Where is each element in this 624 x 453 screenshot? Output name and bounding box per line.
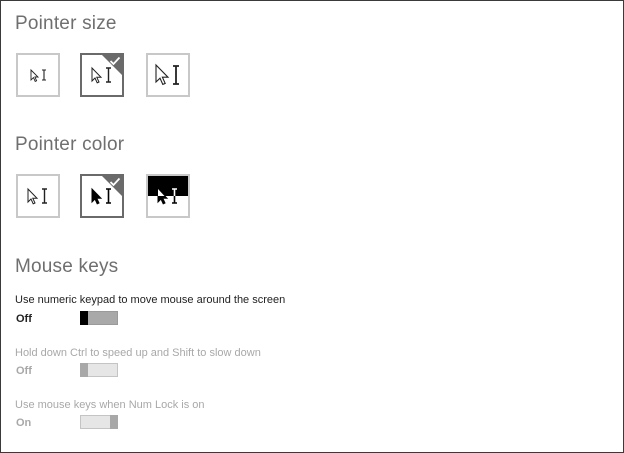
ctrl-shift-speed-toggle[interactable] <box>80 363 118 377</box>
ease-of-access-mouse-panel: Pointer size Pointer color Mouse keys Us… <box>0 0 624 453</box>
num-lock-toggle[interactable] <box>80 415 118 429</box>
pointer-size-large-option[interactable] <box>146 53 190 97</box>
checkmark-icon <box>109 177 121 187</box>
inverted-pointer-icon <box>148 176 188 205</box>
toggle-thumb <box>80 363 88 377</box>
white-pointer-icon <box>27 187 47 205</box>
pointer-size-medium-option[interactable] <box>80 53 124 97</box>
toggle-thumb <box>110 415 118 429</box>
pointer-color-heading: Pointer color <box>15 134 125 155</box>
pointer-color-inverted-option[interactable] <box>146 174 190 218</box>
pointer-color-white-option[interactable] <box>16 174 60 218</box>
large-pointer-icon <box>155 63 179 86</box>
checkmark-icon <box>109 56 121 66</box>
mouse-keys-heading: Mouse keys <box>15 256 119 277</box>
pointer-size-heading: Pointer size <box>15 13 117 34</box>
numeric-keypad-toggle[interactable] <box>80 311 118 325</box>
toggle-thumb <box>80 311 88 325</box>
num-lock-state: On <box>16 417 32 429</box>
ctrl-shift-speed-state: Off <box>16 365 32 377</box>
small-pointer-icon <box>30 68 46 82</box>
pointer-size-small-option[interactable] <box>16 53 60 97</box>
numeric-keypad-state: Off <box>16 313 32 325</box>
ctrl-shift-speed-setting-label: Hold down Ctrl to speed up and Shift to … <box>15 347 261 359</box>
pointer-color-black-option[interactable] <box>80 174 124 218</box>
numeric-keypad-setting-label: Use numeric keypad to move mouse around … <box>15 294 286 306</box>
num-lock-setting-label: Use mouse keys when Num Lock is on <box>15 399 205 411</box>
